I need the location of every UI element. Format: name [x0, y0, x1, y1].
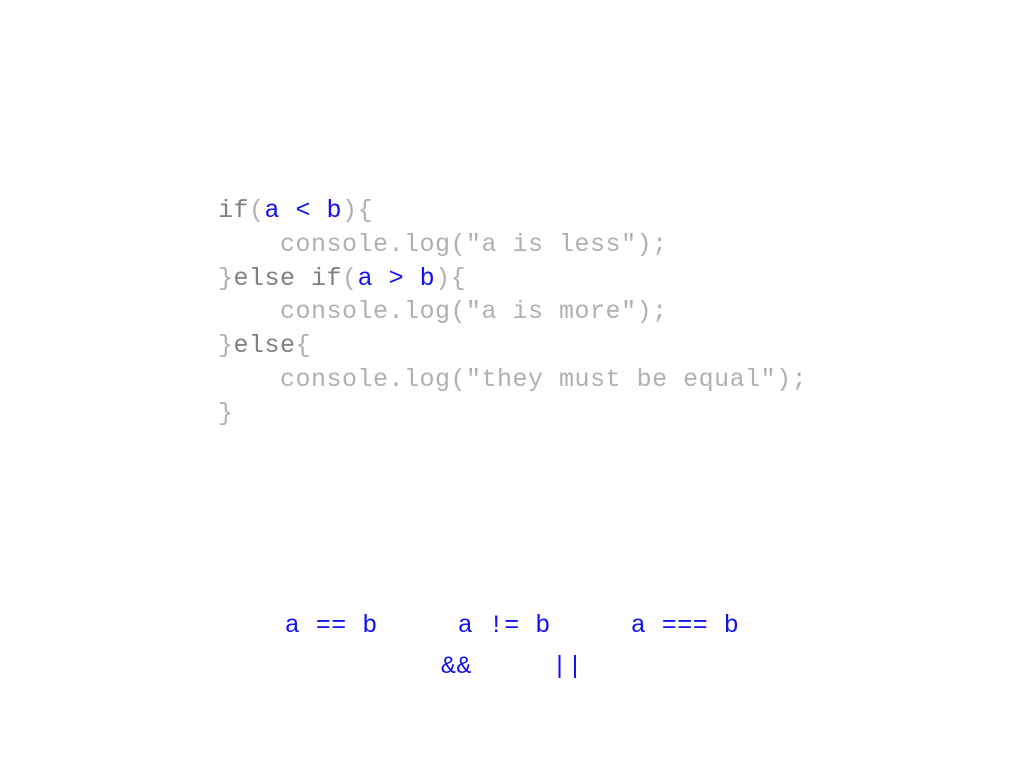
code-line-5: }else{ — [218, 329, 807, 363]
operator-or: || — [552, 649, 583, 684]
paren-close-2: ) — [435, 264, 451, 293]
brace-open-2: { — [451, 264, 467, 293]
code-line-7: } — [218, 397, 807, 431]
operators-section: a == b a != b a === b && || — [0, 608, 1024, 684]
keyword-if: if — [218, 196, 249, 225]
paren-open: ( — [249, 196, 265, 225]
code-line-3: }else if(a > b){ — [218, 262, 807, 296]
operator-neq: a != b — [458, 608, 551, 643]
keyword-else: else — [234, 331, 296, 360]
condition-1: a < b — [265, 196, 343, 225]
operator-strict-eq: a === b — [631, 608, 740, 643]
brace-open: { — [358, 196, 374, 225]
code-line-1: if(a < b){ — [218, 194, 807, 228]
code-line-6: console.log("they must be equal"); — [218, 363, 807, 397]
paren-close: ) — [342, 196, 358, 225]
brace-open-3: { — [296, 331, 312, 360]
code-line-2: console.log("a is less"); — [218, 228, 807, 262]
brace-close-2: } — [218, 331, 234, 360]
brace-close: } — [218, 264, 234, 293]
code-block: if(a < b){ console.log("a is less"); }el… — [218, 194, 807, 430]
paren-open-2: ( — [342, 264, 358, 293]
operators-row-1: a == b a != b a === b — [0, 608, 1024, 643]
operators-row-2: && || — [0, 649, 1024, 684]
operator-eq: a == b — [285, 608, 378, 643]
condition-2: a > b — [358, 264, 436, 293]
keyword-elseif: else if — [234, 264, 343, 293]
code-line-4: console.log("a is more"); — [218, 295, 807, 329]
operator-and: && — [441, 649, 472, 684]
